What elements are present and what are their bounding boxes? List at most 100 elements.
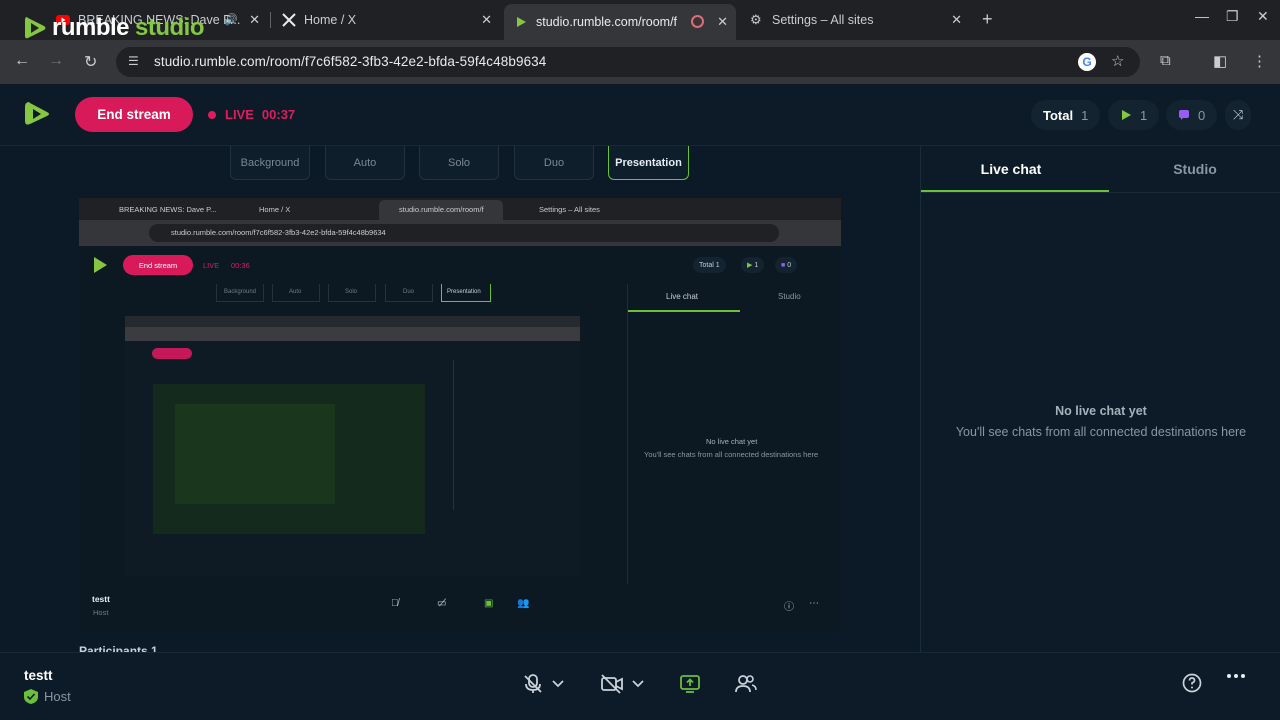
address-url: studio.rumble.com/room/f7c6f582-3fb3-42e…: [154, 54, 547, 69]
captured-layout-duo: Duo: [385, 284, 433, 302]
captured-total-label: Total: [699, 261, 714, 269]
bookmark-star-icon[interactable]: ☆: [1111, 52, 1124, 70]
close-tab-icon[interactable]: ✕: [481, 12, 492, 28]
chevron-down-icon[interactable]: [632, 680, 644, 688]
captured-end-stream: End stream: [123, 255, 193, 275]
captured-tab-studio: Studio: [778, 292, 801, 301]
rumble-studio-logo: rumble studio: [22, 14, 205, 42]
close-tab-icon[interactable]: ✕: [951, 12, 962, 28]
captured-url: studio.rumble.com/room/f7c6f582-3fb3-42e…: [171, 228, 386, 237]
rumble-icon: [1122, 110, 1131, 120]
captured-tab-4: Settings – All sites: [539, 205, 600, 214]
total-label: Total: [1043, 107, 1074, 123]
total-count: 1: [1081, 107, 1089, 123]
help-icon: [1182, 673, 1202, 693]
participant-role: Host: [24, 689, 71, 704]
captured-live-timer: 00:36: [231, 261, 250, 270]
extensions-icon[interactable]: ⧉: [1160, 52, 1171, 69]
google-icon[interactable]: G: [1078, 53, 1096, 71]
chat-count-badge: 0: [1166, 100, 1218, 130]
captured-mic-off-icon: 🎙̸: [391, 598, 399, 609]
rumble-count: 1: [1140, 107, 1148, 123]
screen-share-preview: BREAKING NEWS: Dave P... Home / X studio…: [79, 198, 841, 632]
captured-tab-3: studio.rumble.com/room/f: [399, 205, 484, 214]
tab-rumble-studio[interactable]: studio.rumble.com/room/f ✕: [504, 4, 736, 40]
tab-settings[interactable]: ⚙ Settings – All sites ✕: [740, 6, 970, 34]
captured-rumble-icon: ▶: [747, 262, 753, 269]
captured-tab-2: Home / X: [259, 205, 291, 214]
layout-duo[interactable]: Duo: [514, 146, 594, 180]
empty-chat-title: No live chat yet: [1055, 404, 1147, 418]
captured-layout-presentation: Presentation: [441, 284, 491, 302]
end-stream-button[interactable]: End stream: [75, 97, 193, 132]
site-info-icon[interactable]: ☰: [128, 54, 139, 68]
tab-title: studio.rumble.com/room/f: [536, 15, 678, 29]
participant-role-label: Host: [44, 689, 71, 704]
camera-off-icon: [601, 674, 623, 694]
address-bar[interactable]: ☰ studio.rumble.com/room/f7c6f582-3fb3-4…: [116, 47, 1140, 77]
active-tab-underline: [921, 190, 1109, 192]
layout-presentation[interactable]: Presentation: [608, 146, 689, 180]
live-indicator: LIVE 00:37: [208, 107, 295, 122]
participants-label: Participants 1: [79, 644, 158, 652]
captured-rumble-count: 1: [754, 261, 759, 269]
tab-divider: [921, 192, 1280, 193]
chevron-down-icon[interactable]: [552, 680, 564, 688]
reload-icon[interactable]: ↻: [84, 52, 97, 72]
captured-help-icon: ⓘ: [784, 602, 794, 613]
captured-rumble-logo-icon: [94, 257, 107, 273]
captured-rumble-badge: ▶ 1: [741, 257, 765, 273]
close-window-icon[interactable]: ✕: [1257, 8, 1269, 25]
captured-camera-off-icon: ▭̸: [437, 598, 447, 609]
forward-icon[interactable]: →: [48, 52, 64, 70]
nested-divider: [453, 360, 454, 510]
layout-solo[interactable]: Solo: [419, 146, 499, 180]
captured-screenshare-icon: ▣: [484, 598, 494, 609]
participants-button[interactable]: [734, 673, 758, 695]
total-viewers-badge: Total 1: [1031, 100, 1101, 130]
rumble-logo-icon[interactable]: [22, 99, 52, 129]
stage-area: Background Auto Solo Duo Presentation BR…: [0, 146, 920, 652]
bottom-control-bar: testt Host: [0, 652, 1280, 720]
back-icon[interactable]: ←: [14, 52, 30, 70]
side-panel-icon[interactable]: ◧: [1213, 52, 1227, 70]
tab-live-chat[interactable]: Live chat: [921, 146, 1101, 192]
camera-toggle[interactable]: [600, 673, 644, 695]
live-dot: [208, 110, 216, 119]
captured-layout-auto: Auto: [272, 284, 320, 302]
nested-tab-bar: [125, 316, 580, 327]
mic-off-icon: [524, 674, 542, 693]
shuffle-button[interactable]: ⤨: [1225, 100, 1252, 130]
tab-studio[interactable]: Studio: [1105, 146, 1280, 192]
nested-toolbar: [125, 327, 580, 341]
tab-x-home[interactable]: Home / X ✕: [272, 6, 500, 34]
speaker-icon[interactable]: 🔊: [224, 13, 238, 26]
layout-auto[interactable]: Auto: [325, 146, 405, 180]
screenshare-toggle[interactable]: [679, 673, 701, 695]
captured-live-label: LIVE: [203, 261, 220, 270]
close-tab-icon[interactable]: ✕: [717, 14, 728, 30]
close-tab-icon[interactable]: ✕: [249, 12, 260, 28]
microphone-toggle[interactable]: [522, 673, 564, 695]
restore-icon[interactable]: ❐: [1226, 8, 1239, 25]
participant-name: testt: [24, 668, 53, 683]
new-tab-icon[interactable]: +: [982, 9, 993, 30]
captured-tab-bar: BREAKING NEWS: Dave P... Home / X studio…: [79, 198, 841, 220]
captured-chat-icon: ■: [781, 261, 786, 269]
more-options-button[interactable]: [1226, 673, 1246, 679]
captured-layout-background: Background: [216, 284, 264, 302]
layout-background[interactable]: Background: [230, 146, 310, 180]
nested-inner-capture: [153, 384, 425, 534]
x-logo-icon: [282, 13, 296, 27]
captured-tab-1: BREAKING NEWS: Dave P...: [119, 205, 217, 214]
captured-more-icon: ⋯: [809, 598, 819, 609]
tab-separator: [270, 12, 271, 28]
captured-total-count: 1: [715, 261, 720, 269]
captured-participants-icon: 👥: [517, 598, 530, 609]
rumble-icon: [514, 15, 528, 29]
help-button[interactable]: [1182, 673, 1202, 693]
captured-toolbar: studio.rumble.com/room/f7c6f582-3fb3-42e…: [79, 220, 841, 246]
minimize-icon[interactable]: —: [1195, 8, 1209, 24]
captured-total-badge: Total 1: [693, 257, 726, 273]
menu-dots-icon[interactable]: ⋮: [1252, 52, 1267, 70]
